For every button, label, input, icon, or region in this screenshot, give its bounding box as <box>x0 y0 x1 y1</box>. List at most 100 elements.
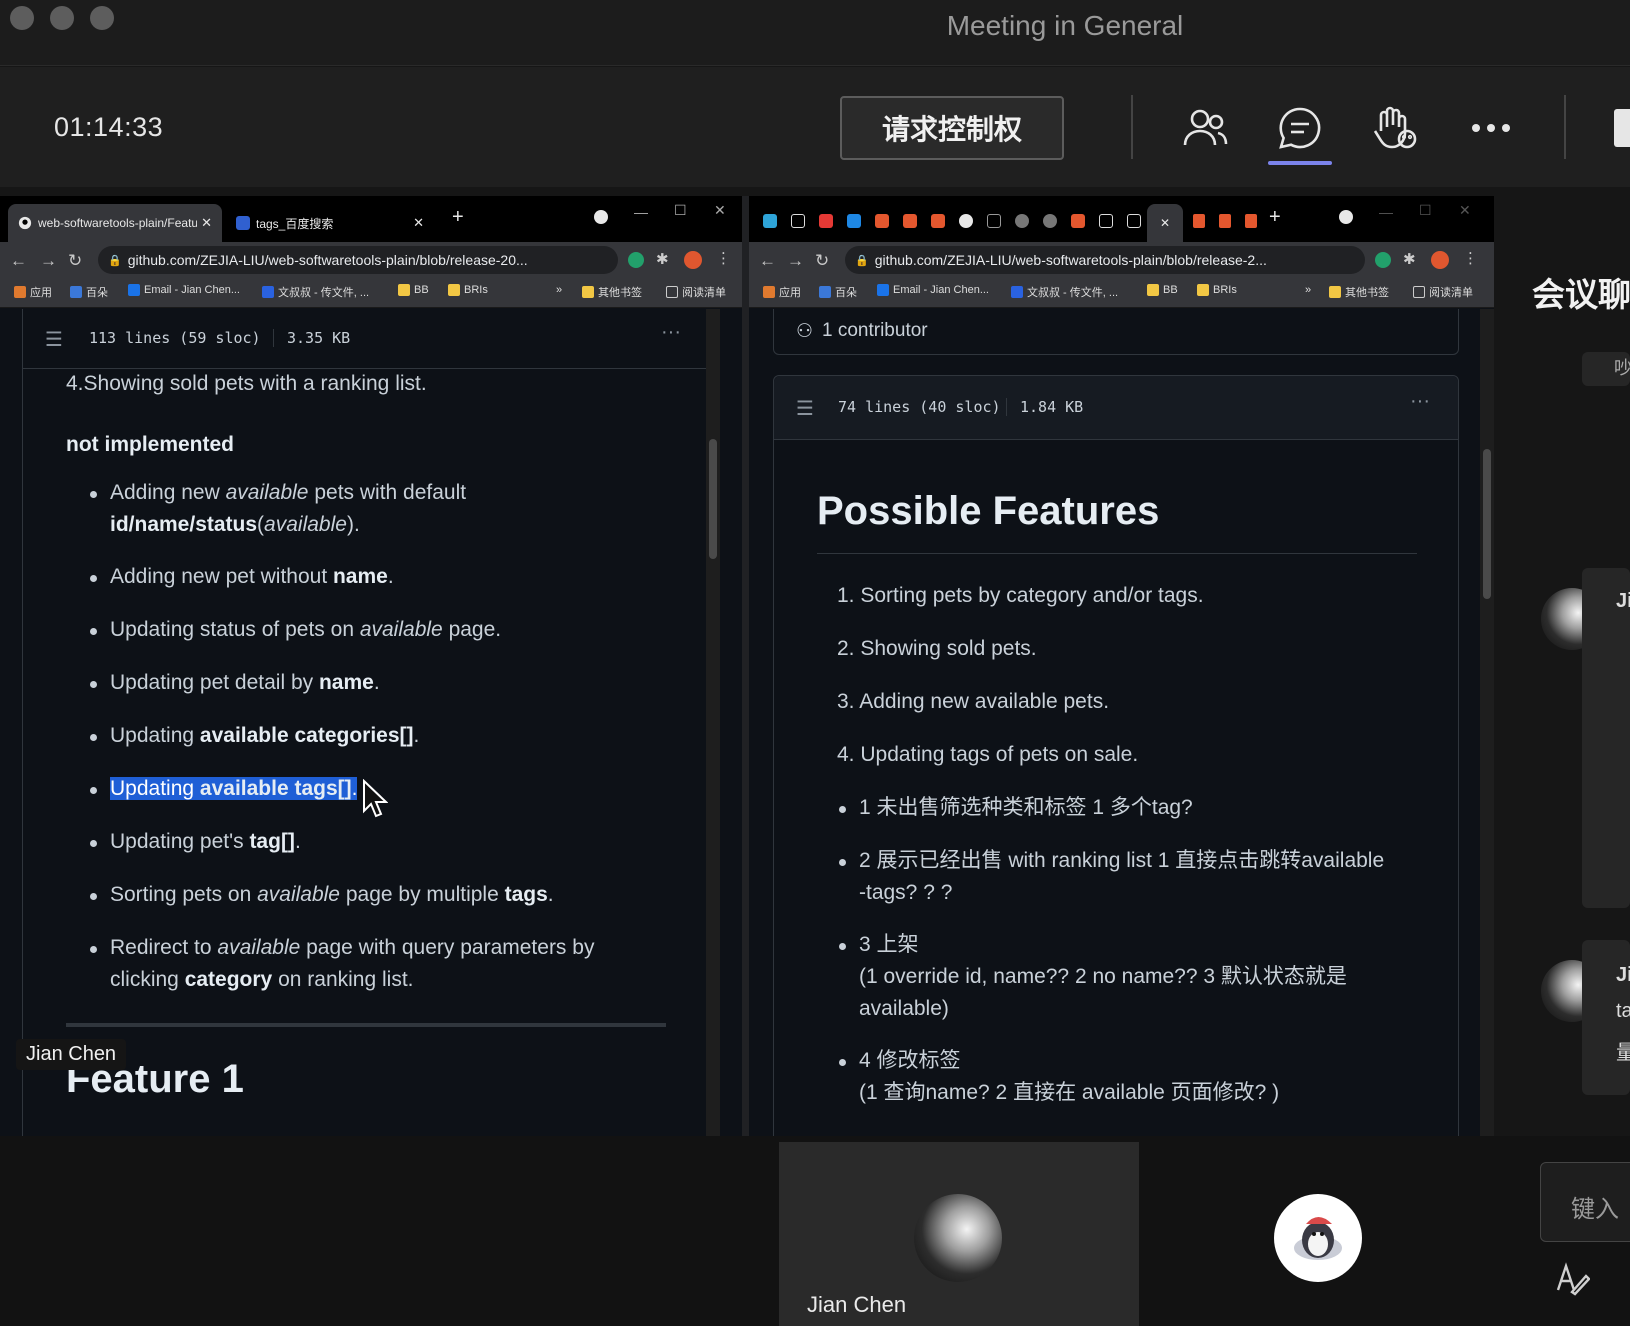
profile-avatar-icon[interactable] <box>1431 251 1449 269</box>
bookmark-email[interactable]: Email - Jian Chen... <box>877 284 989 296</box>
reading-list[interactable]: 阅读清单 <box>1413 284 1473 300</box>
participant-name: Jian Chen <box>807 1292 907 1317</box>
menu-icon[interactable]: ⋮ <box>1463 249 1478 267</box>
forward-icon[interactable]: → <box>787 251 804 271</box>
browser-tab-active[interactable]: ✕ <box>1147 204 1183 242</box>
close-icon[interactable]: ✕ <box>714 202 726 219</box>
reload-icon[interactable]: ↻ <box>815 251 829 271</box>
chat-message[interactable]: Ji ta 量 <box>1582 940 1630 1095</box>
bookmarks-bar: 应用 百朵 Email - Jian Chen... 文叔叔 - 传文件, ..… <box>0 278 742 308</box>
grammarly-icon[interactable] <box>628 252 644 268</box>
scrollbar[interactable] <box>1480 309 1494 1136</box>
note-item: 4 修改标签 <box>859 1049 961 1072</box>
meeting-toolbar: 01:14:33 请求控制权 <box>0 67 1630 187</box>
browser-tab[interactable]: tags_百度搜索 ✕ <box>226 204 434 242</box>
minimize-icon[interactable]: — <box>1379 204 1393 220</box>
browser-tab-active[interactable]: web-softwaretools-plain/Featu ✕ <box>8 204 222 242</box>
presenter-name-tag: Jian Chen <box>16 1039 127 1070</box>
chat-icon[interactable] <box>1271 99 1329 157</box>
maximize-icon[interactable]: ☐ <box>1419 202 1432 219</box>
bookmark-folder[interactable]: 其他书签 <box>582 284 642 300</box>
pinned-tabs[interactable] <box>1193 214 1257 228</box>
note-item-cont: -tags? ? ? <box>859 881 953 904</box>
raise-hand-icon[interactable] <box>1365 99 1423 157</box>
bookmark-apps[interactable]: 应用 <box>14 284 52 300</box>
pinned-tabs[interactable] <box>763 214 1141 228</box>
maximize-icon[interactable]: ☐ <box>674 202 687 219</box>
zoom-window-button[interactable] <box>90 6 114 30</box>
close-tab-icon[interactable]: ✕ <box>413 215 424 231</box>
tab-strip: ✕ + — ☐ ✕ <box>749 196 1494 242</box>
scroll-thumb[interactable] <box>1483 449 1491 599</box>
chat-message[interactable]: Ji <box>1582 568 1630 908</box>
participant-avatar[interactable] <box>1274 1194 1362 1282</box>
extensions-icon[interactable]: ✱ <box>656 250 669 268</box>
leave-button[interactable] <box>1614 109 1630 147</box>
profile-menu-icon[interactable] <box>594 210 608 224</box>
bookmark-folder[interactable]: BB <box>1147 284 1178 296</box>
menu-icon[interactable]: ⋮ <box>716 249 731 267</box>
right-browser-window: ✕ + — ☐ ✕ ← → ↻ 🔒 github.com/ZEJIA-LIU/w… <box>749 196 1494 1136</box>
extensions-icon[interactable]: ✱ <box>1403 250 1416 268</box>
file-size: 3.35 KB <box>287 329 351 347</box>
back-icon[interactable]: ← <box>759 251 776 271</box>
list-item-selected: Updating available tags[]. <box>110 777 358 800</box>
outline-icon[interactable]: ☰ <box>45 327 63 352</box>
bookmark-folder[interactable]: BB <box>398 284 429 296</box>
bookmark[interactable]: 文叔叔 - 传文件, ... <box>1011 284 1118 300</box>
more-options-icon[interactable] <box>1462 99 1520 157</box>
list-item: Updating pet's tag[]. <box>110 830 301 853</box>
bookmarks-overflow[interactable]: » <box>1305 284 1311 296</box>
contributors-link[interactable]: 1 contributor <box>822 320 928 342</box>
note-item-cont: (1 查询name? 2 直接在 available 页面修改? ) <box>859 1081 1280 1104</box>
list-item: Adding new available pets with default <box>110 481 467 504</box>
scroll-thumb[interactable] <box>709 439 717 559</box>
address-bar[interactable]: 🔒 github.com/ZEJIA-LIU/web-softwaretools… <box>845 246 1365 274</box>
line-count: 74 lines (40 sloc) <box>838 398 1001 416</box>
scrollbar[interactable] <box>706 309 720 1136</box>
tab-strip: web-softwaretools-plain/Featu ✕ tags_百度搜… <box>0 196 742 242</box>
address-bar-row: ← → ↻ 🔒 github.com/ZEJIA-LIU/web-softwar… <box>749 242 1494 278</box>
chat-message[interactable]: 吵 <box>1582 352 1630 386</box>
address-bar[interactable]: 🔒 github.com/ZEJIA-LIU/web-softwaretools… <box>98 246 618 274</box>
people-icon[interactable] <box>1176 99 1234 157</box>
profile-menu-icon[interactable] <box>1339 210 1353 224</box>
note-item: 2 展示已经出售 with ranking list 1 直接点击跳转avail… <box>859 849 1385 872</box>
bookmark-folder[interactable]: BRIs <box>1197 284 1237 296</box>
close-tab-icon[interactable]: ✕ <box>201 215 212 231</box>
outline-icon[interactable]: ☰ <box>796 396 814 421</box>
bookmark[interactable]: 百朵 <box>819 284 857 300</box>
bookmark-apps[interactable]: 应用 <box>763 284 801 300</box>
participant-tile[interactable]: Jian Chen <box>779 1142 1139 1326</box>
compose-box[interactable]: 键入 <box>1540 1162 1630 1242</box>
bookmark-folder[interactable]: 其他书签 <box>1329 284 1389 300</box>
active-tab-indicator <box>1268 161 1332 165</box>
more-icon[interactable]: ··· <box>1410 390 1430 413</box>
list-item-cont: clicking category on ranking list. <box>110 968 414 991</box>
note-item: 1 未出售筛选种类和标签 1 多个tag? <box>859 796 1193 819</box>
close-icon[interactable]: ✕ <box>1459 202 1471 219</box>
reload-icon[interactable]: ↻ <box>68 251 82 271</box>
request-control-button[interactable]: 请求控制权 <box>840 96 1064 160</box>
bookmark[interactable]: 百朵 <box>70 284 108 300</box>
close-tab-icon[interactable]: ✕ <box>1160 216 1170 230</box>
bookmark-email[interactable]: Email - Jian Chen... <box>128 284 240 296</box>
forward-icon[interactable]: → <box>40 251 57 271</box>
list-item: Adding new pet without name. <box>110 565 394 588</box>
bookmarks-overflow[interactable]: » <box>556 284 562 296</box>
close-window-button[interactable] <box>10 6 34 30</box>
back-icon[interactable]: ← <box>10 251 27 271</box>
grammarly-icon[interactable] <box>1375 252 1391 268</box>
more-icon[interactable]: ··· <box>661 321 681 344</box>
bookmark-folder[interactable]: BRIs <box>448 284 488 296</box>
format-icon[interactable] <box>1554 1260 1591 1301</box>
bookmark[interactable]: 文叔叔 - 传文件, ... <box>262 284 369 300</box>
profile-avatar-icon[interactable] <box>684 251 702 269</box>
new-tab-icon[interactable]: + <box>452 206 464 229</box>
list-item: Updating pet detail by name. <box>110 671 380 694</box>
minimize-window-button[interactable] <box>50 6 74 30</box>
new-tab-icon[interactable]: + <box>1269 206 1281 229</box>
content-border <box>22 369 23 1136</box>
reading-list[interactable]: 阅读清单 <box>666 284 726 300</box>
minimize-icon[interactable]: — <box>634 204 648 220</box>
